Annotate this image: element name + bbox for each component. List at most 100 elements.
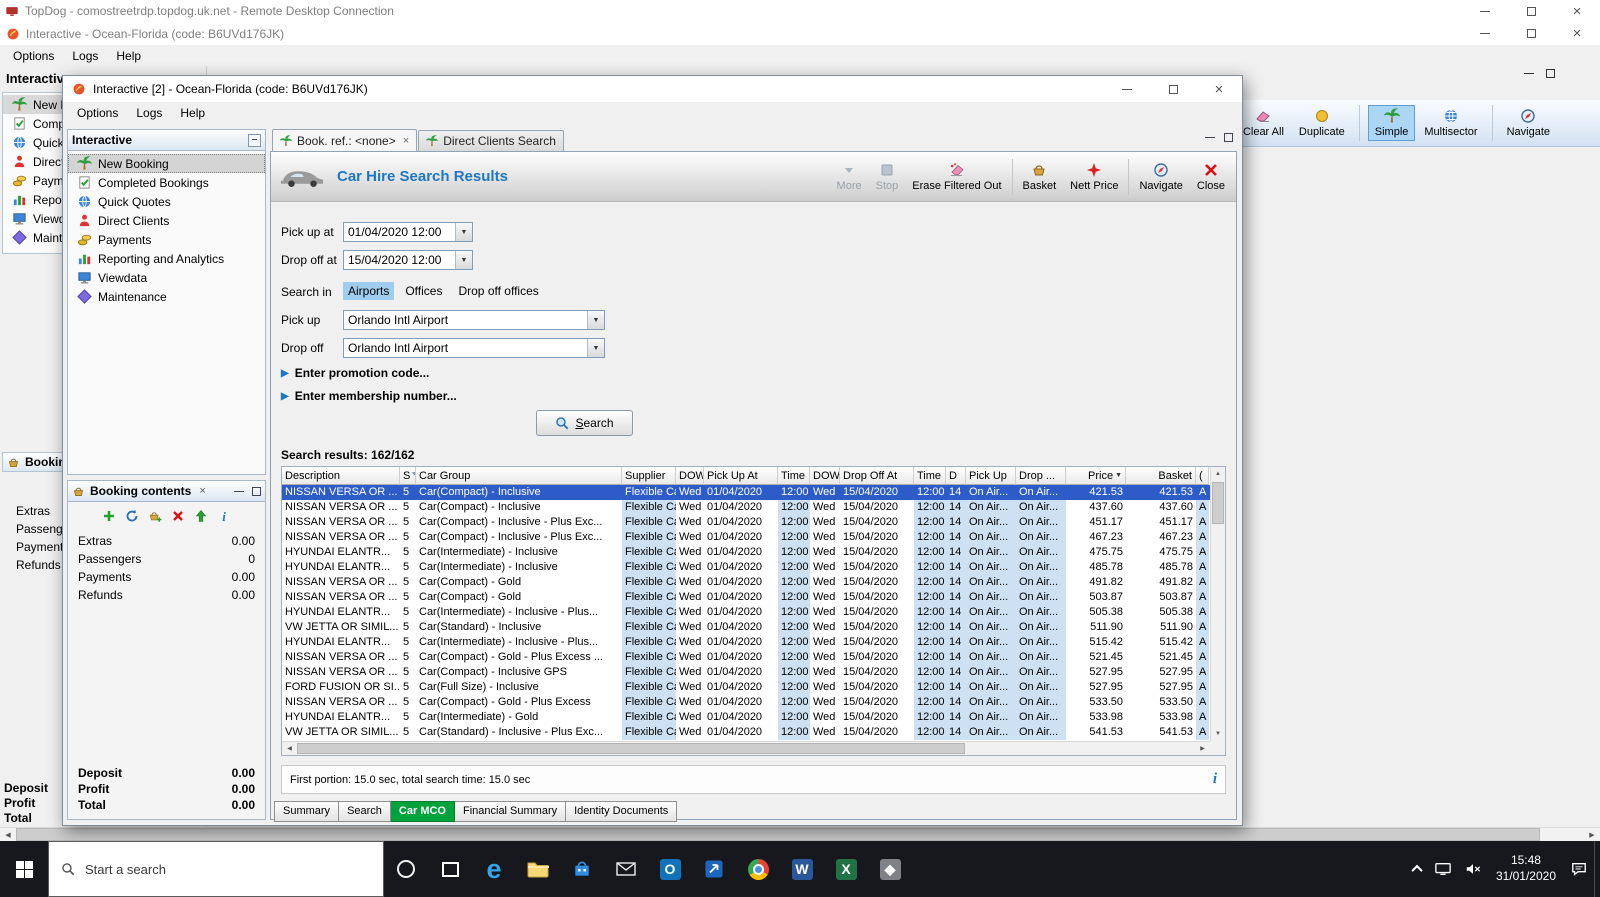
table-row[interactable]: NISSAN VERSA OR ... 5 Car(Compact) - Inclu… bbox=[282, 530, 1210, 545]
delete-button[interactable] bbox=[171, 509, 185, 523]
table-row[interactable]: NISSAN VERSA OR ... 5 Car(Compact) - Inclu… bbox=[282, 485, 1210, 500]
column-header-price[interactable]: Price ▼ bbox=[1066, 467, 1126, 485]
nav-item-viewdata[interactable]: Viewdata bbox=[68, 268, 265, 287]
taskbar-clock[interactable]: 15:48 31/01/2020 bbox=[1488, 853, 1564, 884]
table-row[interactable]: HYUNDAI ELANTR... 5 Car(Intermediate) - In… bbox=[282, 605, 1210, 620]
search-in-offices[interactable]: Offices bbox=[400, 282, 447, 300]
action-center-button[interactable] bbox=[1564, 841, 1594, 897]
chevron-down-icon[interactable]: ▼ bbox=[587, 339, 604, 357]
nav-item-quick-quotes[interactable]: Quick Quotes bbox=[68, 192, 265, 211]
bottom-tab-summary[interactable]: Summary bbox=[274, 801, 340, 822]
table-row[interactable]: VW JETTA OR SIMIL... 5 Car(Standard) - Inc… bbox=[282, 620, 1210, 635]
volume-tray-button[interactable] bbox=[1458, 841, 1488, 897]
bg-toolbar-simple[interactable]: Simple bbox=[1367, 105, 1416, 141]
bottom-tab-search[interactable]: Search bbox=[339, 801, 391, 822]
scroll-up-icon[interactable]: ▲ bbox=[1211, 467, 1225, 481]
toolbar-erase-filtered-out[interactable]: Erase Filtered Out bbox=[905, 152, 1008, 201]
scrollbar-thumb[interactable] bbox=[1212, 482, 1224, 524]
explorer-taskbar-button[interactable] bbox=[516, 841, 560, 897]
nav-item-new-booking[interactable]: New Booking bbox=[68, 154, 265, 173]
add-button[interactable] bbox=[102, 509, 116, 523]
nav-item-direct-clients[interactable]: Direct Clients bbox=[68, 211, 265, 230]
scroll-left-icon[interactable]: ◀ bbox=[282, 742, 297, 755]
table-row[interactable]: NISSAN VERSA OR ... 5 Car(Compact) - Inclu… bbox=[282, 665, 1210, 680]
dialog-title-bar[interactable]: Interactive [2] - Ocean-Florida (code: B… bbox=[63, 76, 1242, 102]
search-in-airports[interactable]: Airports bbox=[343, 282, 395, 300]
toolbar-basket[interactable]: Basket bbox=[1016, 152, 1064, 201]
column-header-s[interactable]: S bbox=[400, 467, 416, 485]
table-row[interactable]: NISSAN VERSA OR ... 5 Car(Compact) - Inclu… bbox=[282, 500, 1210, 515]
minimize-button[interactable] bbox=[1104, 76, 1150, 102]
close-button[interactable]: × bbox=[1554, 0, 1600, 22]
promotion-code-expander[interactable]: ▶ Enter promotion code... bbox=[281, 366, 429, 380]
table-row[interactable]: HYUNDAI ELANTR... 5 Car(Intermediate) - Go… bbox=[282, 710, 1210, 725]
column-header-pick-up[interactable]: Pick Up bbox=[966, 467, 1016, 485]
tab-close-icon[interactable]: × bbox=[403, 135, 409, 147]
toolbar-nett-price[interactable]: Nett Price bbox=[1063, 152, 1125, 201]
table-row[interactable]: NISSAN VERSA OR ... 5 Car(Compact) - Gold … bbox=[282, 695, 1210, 710]
outlook-taskbar-button[interactable]: O bbox=[648, 841, 692, 897]
bg-horizontal-scrollbar[interactable]: ◀ ▶ bbox=[0, 827, 1600, 841]
chrome-taskbar-button[interactable] bbox=[736, 841, 780, 897]
table-row[interactable]: HYUNDAI ELANTR... 5 Car(Intermediate) - In… bbox=[282, 545, 1210, 560]
grayapp-taskbar-button[interactable]: ◆ bbox=[868, 841, 912, 897]
search-in-drop-off-offices[interactable]: Drop off offices bbox=[453, 282, 543, 300]
bottom-tab-identity-documents[interactable]: Identity Documents bbox=[566, 801, 678, 822]
nav-item-payments[interactable]: Payments bbox=[68, 230, 265, 249]
mail-taskbar-button[interactable] bbox=[604, 841, 648, 897]
menu-options[interactable]: Options bbox=[68, 104, 127, 122]
close-icon[interactable]: × bbox=[199, 485, 205, 497]
table-row[interactable]: NISSAN VERSA OR ... 5 Car(Compact) - Gold F… bbox=[282, 590, 1210, 605]
scrollbar-thumb[interactable] bbox=[16, 828, 1540, 841]
excel-taskbar-button[interactable]: X bbox=[824, 841, 868, 897]
search-button[interactable]: Search bbox=[536, 410, 633, 436]
network-tray-button[interactable] bbox=[1428, 841, 1458, 897]
scroll-down-icon[interactable]: ▼ bbox=[1211, 727, 1225, 741]
menu-help[interactable]: Help bbox=[171, 104, 214, 122]
collapse-button[interactable]: – bbox=[248, 133, 261, 147]
membership-number-expander[interactable]: ▶ Enter membership number... bbox=[281, 389, 457, 403]
menu-logs[interactable]: Logs bbox=[127, 104, 171, 122]
hidden-icons-button[interactable] bbox=[1406, 841, 1428, 897]
store-taskbar-button[interactable] bbox=[560, 841, 604, 897]
add-to-basket-button[interactable] bbox=[148, 509, 162, 523]
scroll-right-icon[interactable]: ▶ bbox=[1584, 828, 1600, 841]
minimize-button[interactable] bbox=[1462, 0, 1508, 22]
column-header-pick-up-at[interactable]: Pick Up At bbox=[704, 467, 778, 485]
close-button[interactable]: × bbox=[1196, 76, 1242, 102]
cortana-button[interactable] bbox=[384, 841, 428, 897]
pickup-combo[interactable]: Orlando Intl Airport ▼ bbox=[343, 310, 605, 330]
column-header-col-15[interactable]: ( bbox=[1196, 467, 1209, 485]
task-view-button[interactable] bbox=[428, 841, 472, 897]
export-button[interactable] bbox=[194, 509, 208, 523]
scrollbar-thumb[interactable] bbox=[297, 743, 966, 754]
bottom-tab-financial-summary[interactable]: Financial Summary bbox=[454, 801, 567, 822]
info-button[interactable]: i bbox=[217, 509, 231, 523]
table-row[interactable]: NISSAN VERSA OR ... 5 Car(Compact) - Gold … bbox=[282, 650, 1210, 665]
minimize-icon[interactable] bbox=[1524, 73, 1534, 74]
maximize-button[interactable] bbox=[1508, 0, 1554, 22]
column-header-time[interactable]: Time bbox=[778, 467, 810, 485]
bg-toolbar-multisector[interactable]: Multisector bbox=[1418, 106, 1483, 140]
horizontal-scrollbar[interactable]: ◀ ▶ bbox=[282, 741, 1210, 755]
toolbar-close[interactable]: Close bbox=[1190, 152, 1232, 201]
table-row[interactable]: NISSAN VERSA OR ... 5 Car(Compact) - Inclu… bbox=[282, 515, 1210, 530]
nav-item-reporting-and-analytics[interactable]: Reporting and Analytics bbox=[68, 249, 265, 268]
column-header-dow[interactable]: DOW bbox=[676, 467, 704, 485]
taskbar-search[interactable] bbox=[48, 841, 384, 897]
pickup-at-combo[interactable]: 01/04/2020 12:00 ▼ bbox=[343, 222, 473, 242]
restore-icon[interactable] bbox=[1546, 69, 1555, 78]
info-icon[interactable]: i bbox=[1213, 771, 1217, 788]
dropoff-combo[interactable]: Orlando Intl Airport ▼ bbox=[343, 338, 605, 358]
minimize-icon[interactable] bbox=[1205, 137, 1215, 138]
minimize-button[interactable] bbox=[1462, 22, 1508, 45]
search-input[interactable] bbox=[85, 861, 383, 877]
scroll-left-icon[interactable]: ◀ bbox=[0, 828, 16, 841]
table-row[interactable]: HYUNDAI ELANTR... 5 Car(Intermediate) - In… bbox=[282, 635, 1210, 650]
menu-logs[interactable]: Logs bbox=[63, 47, 107, 65]
column-header-d[interactable]: D bbox=[946, 467, 966, 485]
tab-direct-clients-search[interactable]: Direct Clients Search bbox=[418, 130, 564, 151]
scroll-right-icon[interactable]: ▶ bbox=[1195, 742, 1210, 755]
tab-book-ref-none[interactable]: Book. ref.: <none> × bbox=[272, 129, 418, 151]
table-row[interactable]: VW JETTA OR SIMIL... 5 Car(Standard) - Inc… bbox=[282, 725, 1210, 740]
